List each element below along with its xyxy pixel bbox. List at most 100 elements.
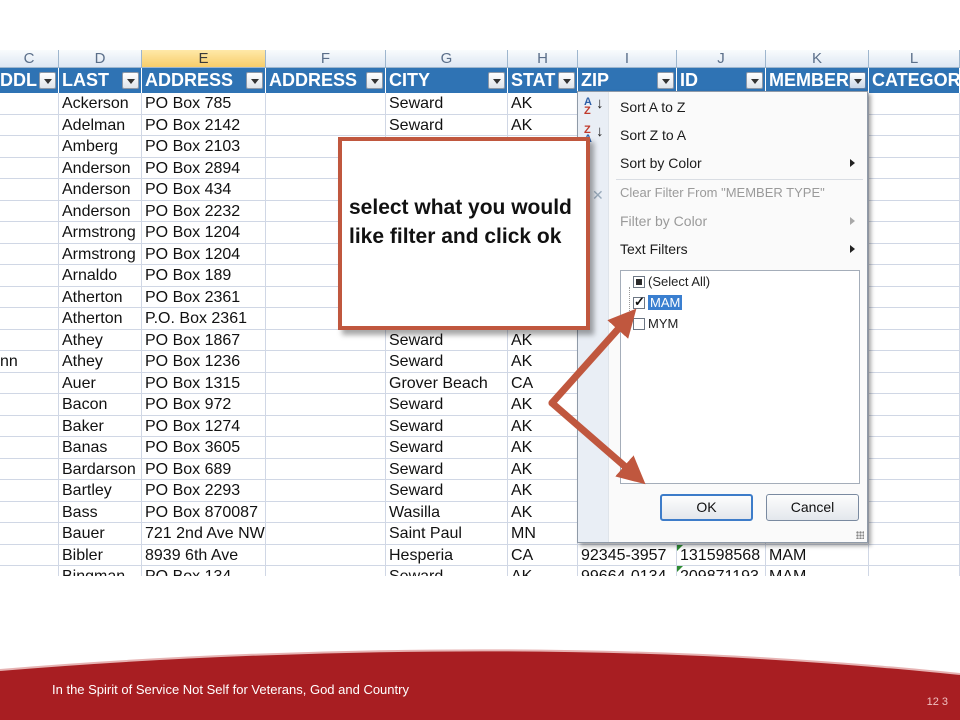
table-cell[interactable] — [266, 372, 386, 394]
table-cell[interactable] — [869, 114, 960, 136]
table-cell[interactable] — [266, 523, 386, 545]
table-cell[interactable]: PO Box 134 — [142, 566, 266, 576]
table-cell[interactable]: AK — [508, 501, 578, 523]
table-cell[interactable] — [0, 415, 59, 437]
table-cell[interactable] — [869, 351, 960, 373]
table-cell[interactable]: P.O. Box 2361 — [142, 308, 266, 330]
filter-list-item[interactable]: MAM — [633, 294, 683, 310]
filter-dropdown-button[interactable] — [849, 72, 866, 89]
table-cell[interactable]: 131598568 — [677, 544, 766, 566]
column-letter-i[interactable]: I — [578, 50, 677, 68]
table-cell[interactable] — [869, 157, 960, 179]
checkbox-icon[interactable] — [633, 318, 645, 330]
field-header-cell[interactable]: STAT — [508, 68, 578, 93]
table-cell[interactable] — [869, 566, 960, 576]
table-cell[interactable]: PO Box 972 — [142, 394, 266, 416]
filter-dropdown-button[interactable] — [558, 72, 575, 89]
table-cell[interactable] — [869, 372, 960, 394]
table-cell[interactable]: Armstrong — [59, 243, 142, 265]
field-header-cell[interactable]: ID — [677, 68, 766, 93]
table-cell[interactable]: PO Box 785 — [142, 93, 266, 115]
table-cell[interactable]: Seward — [386, 329, 508, 351]
table-cell[interactable] — [869, 136, 960, 158]
table-cell[interactable] — [0, 114, 59, 136]
table-cell[interactable]: Bartley — [59, 480, 142, 502]
table-cell[interactable] — [0, 544, 59, 566]
table-cell[interactable] — [869, 179, 960, 201]
table-cell[interactable]: PO Box 1315 — [142, 372, 266, 394]
table-cell[interactable]: CA — [508, 372, 578, 394]
table-cell[interactable]: Armstrong — [59, 222, 142, 244]
sort-a-to-z-item[interactable]: Sort A to Z — [620, 99, 685, 115]
table-cell[interactable]: Atherton — [59, 308, 142, 330]
clear-filter-item[interactable]: Clear Filter From "MEMBER TYPE" — [620, 185, 825, 200]
table-cell[interactable] — [0, 523, 59, 545]
table-cell[interactable] — [0, 480, 59, 502]
table-cell[interactable]: MAM — [766, 566, 869, 576]
table-cell[interactable] — [0, 157, 59, 179]
table-cell[interactable]: AK — [508, 394, 578, 416]
table-cell[interactable] — [0, 243, 59, 265]
cancel-button[interactable]: Cancel — [766, 494, 859, 521]
table-cell[interactable]: 99664-0134 — [578, 566, 677, 576]
field-header-cell[interactable]: MEMBER — [766, 68, 869, 93]
table-cell[interactable] — [869, 394, 960, 416]
table-cell[interactable]: Adelman — [59, 114, 142, 136]
table-cell[interactable] — [0, 372, 59, 394]
filter-dropdown-button[interactable] — [366, 72, 383, 89]
table-cell[interactable]: AK — [508, 93, 578, 115]
table-cell[interactable]: PO Box 2894 — [142, 157, 266, 179]
table-cell[interactable]: AK — [508, 480, 578, 502]
table-cell[interactable]: nn — [0, 351, 59, 373]
table-cell[interactable] — [266, 458, 386, 480]
ok-button[interactable]: OK — [660, 494, 753, 521]
table-cell[interactable] — [0, 179, 59, 201]
table-cell[interactable] — [0, 329, 59, 351]
table-cell[interactable]: Auer — [59, 372, 142, 394]
filter-dropdown-button[interactable] — [122, 72, 139, 89]
table-cell[interactable]: Athey — [59, 351, 142, 373]
table-cell[interactable]: Bacon — [59, 394, 142, 416]
table-cell[interactable]: PO Box 2293 — [142, 480, 266, 502]
table-cell[interactable] — [869, 286, 960, 308]
table-cell[interactable]: PO Box 434 — [142, 179, 266, 201]
table-cell[interactable] — [869, 93, 960, 115]
table-cell[interactable] — [869, 458, 960, 480]
table-cell[interactable]: PO Box 2142 — [142, 114, 266, 136]
column-letter-h[interactable]: H — [508, 50, 578, 68]
field-header-cell[interactable]: ZIP — [578, 68, 677, 93]
filter-list-item[interactable]: (Select All) — [633, 274, 710, 289]
table-cell[interactable]: AK — [508, 114, 578, 136]
table-cell[interactable]: Seward — [386, 480, 508, 502]
table-cell[interactable]: Seward — [386, 394, 508, 416]
table-cell[interactable]: 721 2nd Ave NW — [142, 523, 266, 545]
table-cell[interactable]: Seward — [386, 415, 508, 437]
table-cell[interactable] — [869, 265, 960, 287]
table-cell[interactable]: Anderson — [59, 157, 142, 179]
table-cell[interactable]: PO Box 1867 — [142, 329, 266, 351]
table-cell[interactable]: Amberg — [59, 136, 142, 158]
table-cell[interactable] — [266, 114, 386, 136]
table-cell[interactable]: Seward — [386, 93, 508, 115]
table-cell[interactable] — [869, 523, 960, 545]
table-cell[interactable]: 8939 6th Ave — [142, 544, 266, 566]
table-cell[interactable]: Seward — [386, 566, 508, 576]
table-cell[interactable]: Bingman — [59, 566, 142, 576]
filter-list-item[interactable]: MYM — [633, 316, 678, 331]
filter-dropdown-button[interactable] — [246, 72, 263, 89]
table-cell[interactable] — [266, 480, 386, 502]
table-cell[interactable] — [0, 136, 59, 158]
field-header-cell[interactable]: ADDRESS — [266, 68, 386, 93]
table-cell[interactable] — [0, 308, 59, 330]
filter-dropdown-button[interactable] — [746, 72, 763, 89]
table-cell[interactable]: CA — [508, 544, 578, 566]
table-cell[interactable]: Ackerson — [59, 93, 142, 115]
table-cell[interactable] — [869, 200, 960, 222]
table-cell[interactable]: PO Box 189 — [142, 265, 266, 287]
table-cell[interactable]: 92345-3957 — [578, 544, 677, 566]
table-cell[interactable] — [0, 458, 59, 480]
table-cell[interactable]: Seward — [386, 458, 508, 480]
column-letter-c[interactable]: C — [0, 50, 59, 68]
table-cell[interactable] — [869, 308, 960, 330]
table-cell[interactable] — [266, 566, 386, 576]
